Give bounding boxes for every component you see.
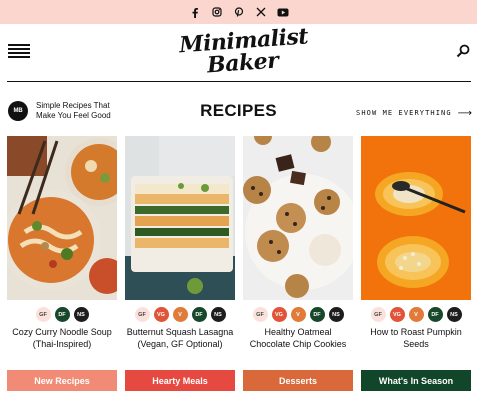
recipe-card-oatmeal-cookies[interactable]: GF VG V DF NS Healthy Oatmeal Chocolate … — [243, 136, 353, 364]
site-header: Minimalist Baker — [0, 23, 477, 81]
show-me-everything-link[interactable]: SHOW ME EVERYTHING ⟶ — [356, 108, 473, 119]
tag-nut-free: NS — [73, 307, 89, 322]
instagram-icon[interactable] — [211, 6, 223, 18]
tag-gluten-free: GF — [252, 307, 268, 322]
show-all-label: SHOW ME EVERYTHING — [356, 109, 452, 117]
search-icon[interactable] — [456, 44, 470, 58]
category-new-recipes-button[interactable]: New Recipes — [7, 370, 117, 391]
recipe-image-pumpkin-seeds — [361, 136, 471, 300]
recipe-title[interactable]: How to Roast Pumpkin Seeds — [361, 326, 471, 350]
social-bar — [0, 0, 477, 24]
recipe-image-butternut-lasagna — [125, 136, 235, 300]
category-whats-in-season-button[interactable]: What's In Season — [361, 370, 471, 391]
tag-vegetarian: V — [172, 307, 188, 322]
tag-vegetarian: V — [290, 307, 306, 322]
tag-vegan: VG — [271, 307, 287, 322]
dietary-tags: GF VG V DF NS — [125, 307, 235, 322]
tag-vegan: VG — [153, 307, 169, 322]
tag-vegetarian: V — [408, 307, 424, 322]
recipe-card-butternut-lasagna[interactable]: GF VG V DF NS Butternut Squash Lasagna (… — [125, 136, 235, 364]
pinterest-icon[interactable] — [233, 6, 245, 18]
category-hearty-meals-button[interactable]: Hearty Meals — [125, 370, 235, 391]
youtube-icon[interactable] — [277, 6, 289, 18]
tag-gluten-free: GF — [134, 307, 150, 322]
dietary-tags: GF VG V DF NS — [361, 307, 471, 322]
site-logo[interactable]: Minimalist Baker — [178, 23, 308, 81]
x-twitter-icon[interactable] — [255, 6, 267, 18]
tag-gluten-free: GF — [370, 307, 386, 322]
facebook-icon[interactable] — [189, 6, 201, 18]
tag-dairy-free: DF — [309, 307, 325, 322]
tag-dairy-free: DF — [191, 307, 207, 322]
menu-icon[interactable] — [8, 44, 30, 58]
recipe-image-curry-soup — [7, 136, 117, 300]
dietary-tags: GF DF NS — [7, 307, 117, 322]
tag-dairy-free: DF — [54, 307, 70, 322]
header-divider — [7, 81, 471, 82]
dietary-tags: GF VG V DF NS — [243, 307, 353, 322]
tag-vegan: VG — [389, 307, 405, 322]
tag-dairy-free: DF — [427, 307, 443, 322]
recipe-title[interactable]: Healthy Oatmeal Chocolate Chip Cookies — [243, 326, 353, 350]
recipe-title[interactable]: Cozy Curry Noodle Soup (Thai-Inspired) — [7, 326, 117, 350]
recipe-card-pumpkin-seeds[interactable]: GF VG V DF NS How to Roast Pumpkin Seeds — [361, 136, 471, 364]
recipes-section-header: MB Simple Recipes That Make You Feel Goo… — [0, 96, 477, 130]
recipe-card-curry-soup[interactable]: GF DF NS Cozy Curry Noodle Soup (Thai-In… — [7, 136, 117, 364]
tag-nut-free: NS — [210, 307, 226, 322]
tag-nut-free: NS — [328, 307, 344, 322]
category-desserts-button[interactable]: Desserts — [243, 370, 353, 391]
tag-nut-free: NS — [446, 307, 462, 322]
tag-gluten-free: GF — [35, 307, 51, 322]
recipe-title[interactable]: Butternut Squash Lasagna (Vegan, GF Opti… — [125, 326, 235, 350]
arrow-right-icon: ⟶ — [457, 108, 474, 119]
recipe-image-oatmeal-cookies — [243, 136, 353, 300]
